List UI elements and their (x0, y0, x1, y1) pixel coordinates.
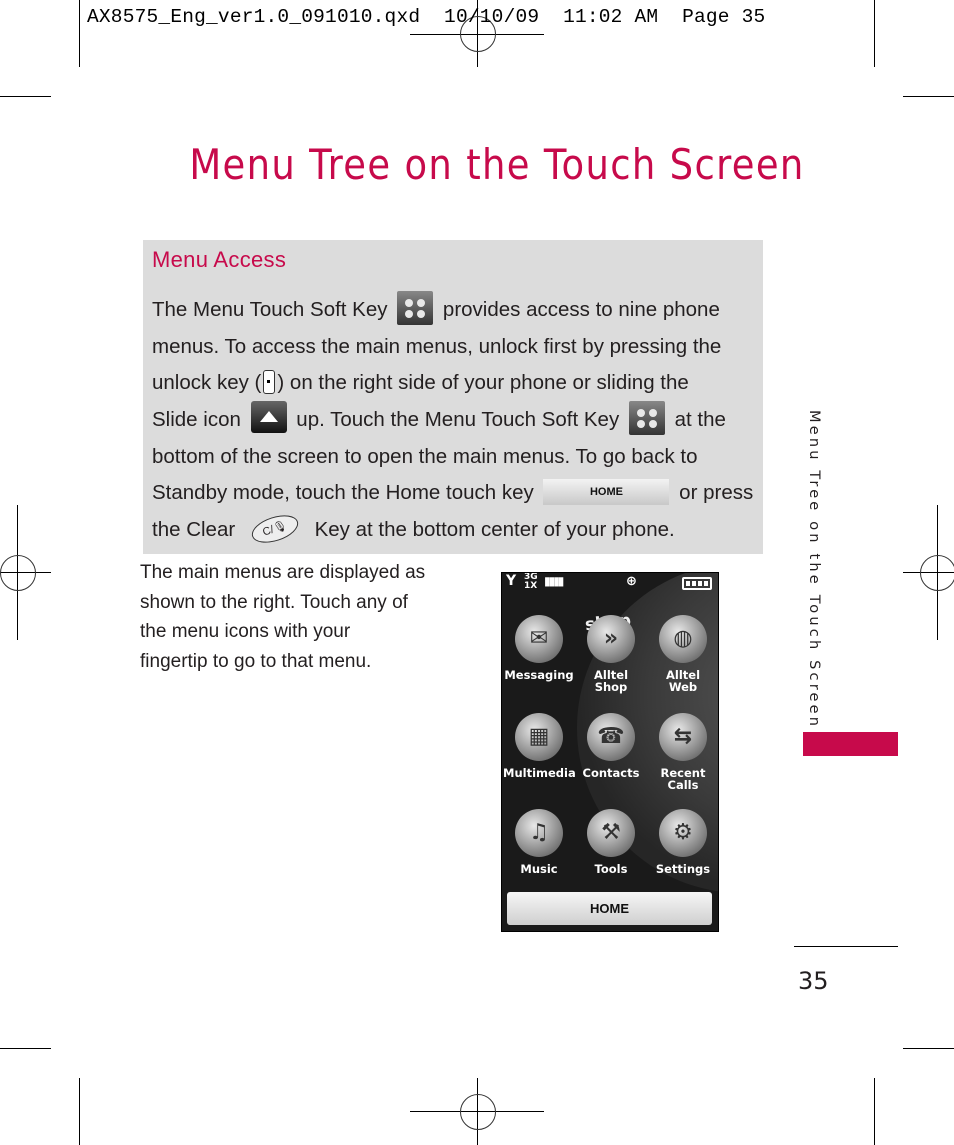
crop-mark (874, 1078, 875, 1145)
text: at the (674, 408, 726, 432)
app-recent-calls[interactable]: ⇆ Recent Calls (647, 713, 718, 792)
contacts-book-icon: ☎ (587, 713, 635, 761)
app-alltel-shop[interactable]: » Alltel Shop (575, 615, 647, 693)
crop-mark (874, 0, 875, 67)
unlock-key-icon (263, 369, 276, 394)
home-key-icon: HOME (543, 479, 670, 506)
phone-screenshot: Y 3G 1X ▮▮▮▮ ⊕ shop ✉Messaging»Alltel Sh… (501, 572, 719, 932)
envelope-icon: ✉ (515, 615, 563, 663)
text: Slide icon (152, 408, 241, 432)
app-label: Messaging (504, 668, 574, 682)
body-line: Standby mode, touch the Home touch key H… (152, 475, 762, 512)
recent-calls-icon: ⇆ (659, 713, 707, 761)
text-line: shown to the right. Touch any of (140, 591, 408, 613)
file-slug-line: AX8575_Eng_ver1.0_091010.qxd 10/10/09 11… (87, 6, 766, 28)
main-menus-description: The main menus are displayed as shown to… (140, 558, 440, 676)
home-button[interactable]: HOME (507, 892, 712, 925)
text: up. Touch the Menu Touch Soft Key (296, 408, 620, 432)
text: The Menu Touch Soft Key (152, 298, 388, 321)
crop-mark (79, 1078, 80, 1145)
clear-key-icon: C/🎙 (248, 509, 302, 548)
body-line: menus. To access the main menus, unlock … (152, 329, 762, 366)
crop-mark (903, 1048, 954, 1049)
menu-soft-key-icon (628, 400, 665, 435)
app-alltel-web[interactable]: ◍ Alltel Web (647, 615, 718, 694)
body-line: Slide icon up. Touch the Menu Touch Soft… (152, 400, 762, 439)
clapperboard-icon: ▦ (515, 713, 563, 761)
text: the Clear (152, 518, 236, 542)
signal-bars-icon: ▮▮▮▮ (544, 574, 564, 588)
status-bar: Y 3G 1X ▮▮▮▮ ⊕ (502, 573, 718, 595)
app-label: Alltel Shop (593, 668, 629, 694)
app-label: Settings (655, 862, 711, 876)
menu-access-body: The Menu Touch Soft Key provides access … (152, 290, 762, 549)
menu-soft-key-icon (397, 290, 434, 325)
app-music[interactable]: ♫ Music (503, 809, 575, 875)
text-line: the menu icons with your (140, 621, 351, 642)
app-label: Alltel Web (665, 668, 701, 694)
music-note-icon: ♫ (515, 809, 563, 857)
signal-icon: Y (506, 573, 517, 589)
app-label: Contacts (582, 766, 640, 780)
shop-arrow-icon: » (587, 615, 635, 663)
side-tab-label: Menu Tree on the Touch Screen (806, 410, 822, 730)
side-tab-marker (803, 732, 898, 756)
globe-icon: ◍ (659, 615, 707, 663)
crop-mark (0, 96, 51, 97)
text: or press (679, 481, 754, 505)
slide-icon (250, 400, 287, 433)
app-contacts[interactable]: ☎ Contacts (575, 713, 647, 779)
body-line: The Menu Touch Soft Key provides access … (152, 290, 762, 329)
battery-icon (682, 577, 712, 590)
app-label: Music (520, 862, 558, 876)
page-number: 35 (798, 967, 829, 995)
app-label: Tools (594, 862, 628, 876)
crop-mark (0, 1048, 51, 1049)
text: ) on the right side of your phone or sli… (277, 371, 689, 395)
app-messaging[interactable]: ✉ Messaging (503, 615, 575, 681)
page-title: Menu Tree on the Touch Screen (189, 140, 805, 189)
body-line: unlock key ( ) on the right side of your … (152, 365, 762, 402)
body-line: the Clear C/🎙 Key at the bottom center o… (152, 509, 762, 549)
text: Key at the bottom center of your phone. (314, 518, 675, 542)
text: Standby mode, touch the Home touch key (152, 481, 534, 505)
crop-mark (903, 96, 954, 97)
app-tools[interactable]: ⚒ Tools (575, 809, 647, 875)
app-label: Recent Calls (660, 766, 706, 792)
gear-icon: ⚙ (659, 809, 707, 857)
page-number-rule (794, 946, 898, 947)
crop-mark (79, 0, 80, 67)
text: bottom of the screen to open the main me… (152, 444, 698, 468)
text-line: The main menus are displayed as (140, 562, 426, 583)
registration-mark (0, 555, 36, 591)
app-settings[interactable]: ⚙ Settings (647, 809, 718, 876)
menu-access-box: Menu Access The Menu Touch Soft Key prov… (143, 240, 763, 554)
text: unlock key ( (152, 371, 262, 395)
app-label: Multimedia (503, 766, 576, 780)
registration-mark (460, 1094, 496, 1130)
toolbox-icon: ⚒ (587, 809, 635, 857)
registration-mark (920, 555, 954, 591)
section-heading: Menu Access (152, 247, 287, 272)
app-multimedia[interactable]: ▦ Multimedia (503, 713, 576, 780)
text: provides access to nine phone (442, 298, 720, 321)
text: menus. To access the main menus, unlock … (152, 334, 722, 358)
network-1x-label: 1X (524, 581, 538, 591)
text-line: fingertip to go to that menu. (140, 650, 372, 672)
location-icon: ⊕ (626, 574, 637, 589)
body-line: bottom of the screen to open the main me… (152, 439, 762, 476)
